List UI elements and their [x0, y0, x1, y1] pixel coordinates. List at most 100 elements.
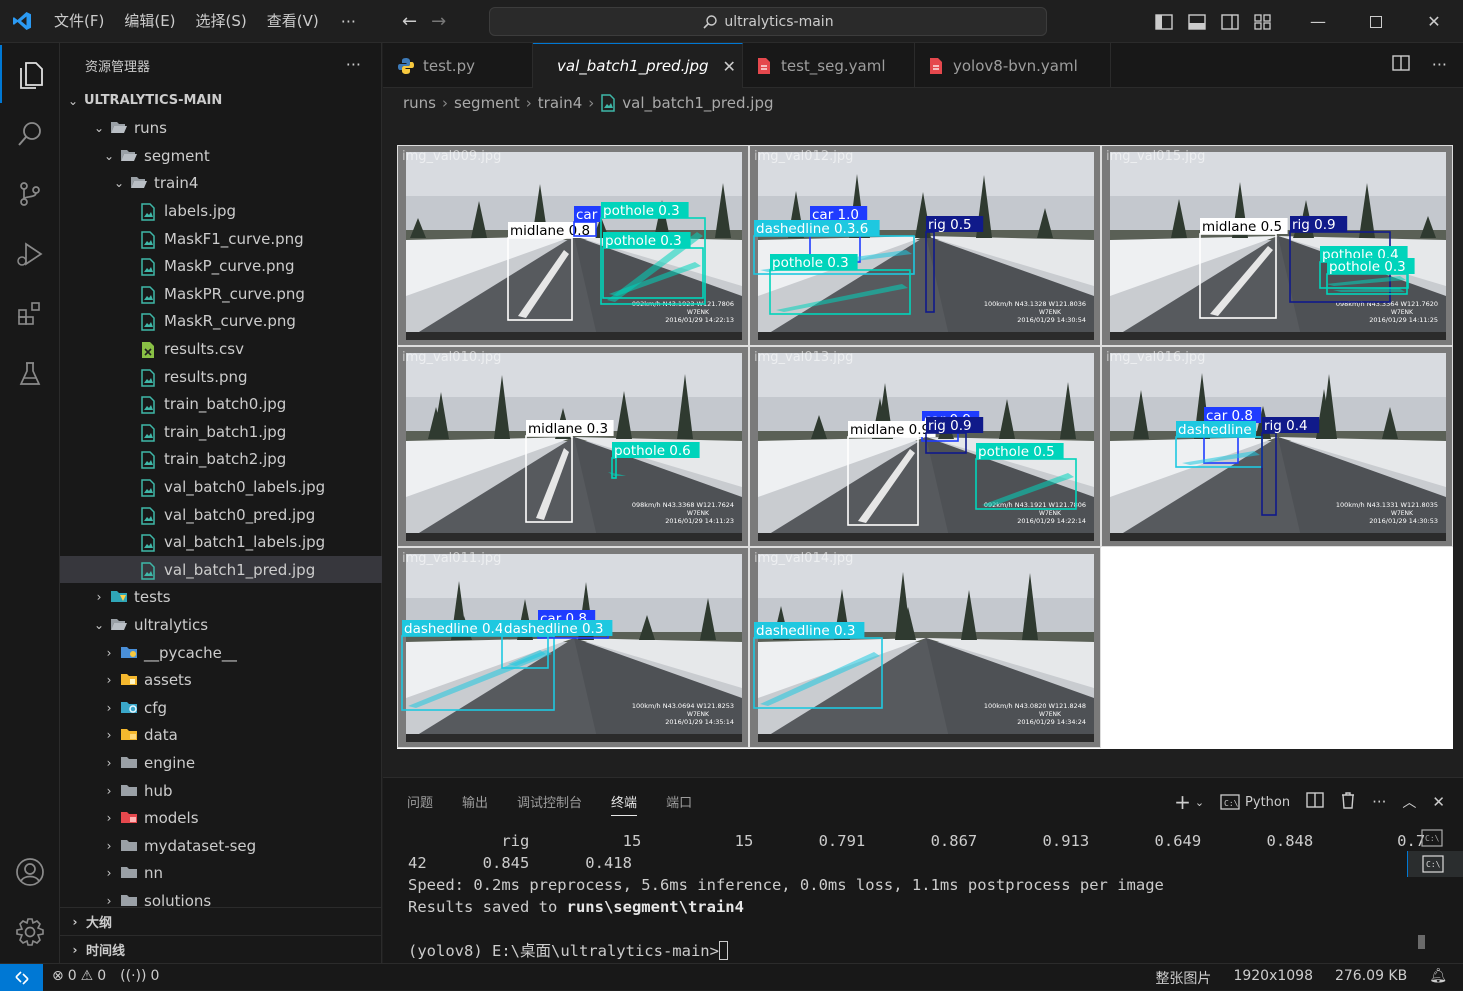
- tab-output[interactable]: 输出: [462, 792, 488, 816]
- editor-more-icon[interactable]: ···: [1432, 55, 1447, 75]
- folder-item[interactable]: › __pycache__: [60, 639, 382, 666]
- toggle-sidebar-icon[interactable]: [1147, 0, 1180, 43]
- detection-label: midlane 0.9: [850, 422, 930, 438]
- folder-item[interactable]: › cfg: [60, 694, 382, 721]
- toggle-secondary-sidebar-icon[interactable]: [1213, 0, 1246, 43]
- image-filename: img_val010.jpg: [402, 350, 501, 365]
- split-editor-icon[interactable]: [1392, 55, 1410, 75]
- terminal-output[interactable]: rig 15 15 0.791 0.867 0.913 0.649 0.848 …: [408, 830, 1425, 962]
- minimize-button[interactable]: —: [1289, 0, 1347, 43]
- menu-edit[interactable]: 编辑(E): [114, 0, 185, 43]
- folder-item[interactable]: › mydataset-seg: [60, 832, 382, 859]
- prediction-mosaic-image[interactable]: 092km/h N43.1923 W121.7806 W7ENK 2016/01/2…: [397, 145, 1453, 749]
- file-item[interactable]: MaskP_curve.png: [60, 253, 382, 280]
- tree-item-label: nn: [144, 864, 164, 883]
- panel-more-icon[interactable]: ···: [1372, 793, 1386, 811]
- chevron-right-icon: ›: [106, 728, 112, 743]
- chevron-up-icon[interactable]: ︿: [1402, 792, 1416, 812]
- terminal-instance-icon-active[interactable]: C:\: [1407, 851, 1463, 877]
- terminal-instance-icon[interactable]: C:\: [1421, 829, 1443, 851]
- testing-flask-icon[interactable]: [0, 345, 60, 403]
- new-terminal-icon[interactable]: +: [1174, 790, 1191, 814]
- file-item[interactable]: results.csv: [60, 335, 382, 362]
- settings-gear-icon[interactable]: [0, 903, 60, 961]
- timeline-section[interactable]: › 时间线: [60, 935, 382, 963]
- file-item[interactable]: train_batch1.jpg: [60, 418, 382, 445]
- tree-item-label: MaskF1_curve.png: [164, 229, 304, 248]
- explorer-icon[interactable]: [0, 45, 60, 103]
- prediction-tile: 092km/h N43.1921 W121.7806 W7ENK 2016/01/2…: [749, 346, 1101, 547]
- file-item[interactable]: train_batch0.jpg: [60, 391, 382, 418]
- close-window-button[interactable]: ✕: [1405, 0, 1463, 43]
- command-center-search[interactable]: ultralytics-main: [489, 7, 1047, 36]
- customize-layout-icon[interactable]: [1246, 0, 1279, 43]
- tab-ports[interactable]: 端口: [666, 792, 692, 816]
- close-panel-icon[interactable]: ✕: [1432, 793, 1445, 811]
- file-item[interactable]: results.png: [60, 363, 382, 390]
- trash-icon[interactable]: [1340, 791, 1356, 813]
- account-icon[interactable]: [0, 843, 60, 901]
- chevron-down-icon[interactable]: ⌄: [1195, 796, 1204, 809]
- folder-item[interactable]: › models: [60, 805, 382, 832]
- detection-label: pothole 0.3: [605, 233, 682, 249]
- source-control-icon[interactable]: [0, 165, 60, 223]
- image-zoom-mode[interactable]: 整张图片: [1155, 968, 1211, 988]
- explorer-root-folder[interactable]: ⌄ ULTRALYTICS-MAIN: [60, 87, 382, 114]
- menu-view[interactable]: 查看(V): [257, 0, 329, 43]
- search-view-icon[interactable]: [0, 105, 60, 163]
- folder-item[interactable]: › hub: [60, 777, 382, 804]
- file-item[interactable]: MaskR_curve.png: [60, 308, 382, 335]
- problems-status[interactable]: ⊗ 0 ⚠ 0: [52, 968, 106, 984]
- split-terminal-icon[interactable]: [1306, 792, 1324, 812]
- menu-file[interactable]: 文件(F): [44, 0, 114, 43]
- folder-item[interactable]: ⌄ ultralytics: [60, 611, 382, 638]
- file-item[interactable]: MaskPR_curve.png: [60, 280, 382, 307]
- back-arrow-icon[interactable]: ←: [402, 11, 417, 32]
- breadcrumb-runs[interactable]: runs: [403, 94, 436, 112]
- file-item[interactable]: val_batch0_pred.jpg: [60, 501, 382, 528]
- file-item[interactable]: labels.jpg: [60, 197, 382, 224]
- outline-section[interactable]: › 大纲: [60, 907, 382, 935]
- ports-status[interactable]: ((·)) 0: [120, 968, 159, 984]
- folder-item[interactable]: › assets: [60, 667, 382, 694]
- breadcrumb-file[interactable]: val_batch1_pred.jpg: [622, 94, 773, 112]
- tab-test-py[interactable]: test.py: [383, 43, 533, 88]
- dashcam-stamp: 2016/01/29 14:30:53: [1369, 517, 1438, 525]
- file-item[interactable]: val_batch1_labels.jpg: [60, 529, 382, 556]
- tab-test-seg-yaml[interactable]: test_seg.yaml: [743, 43, 915, 88]
- tab-debug-console[interactable]: 调试控制台: [517, 792, 582, 816]
- folder-item[interactable]: ⌄ segment: [60, 142, 382, 169]
- folder-item[interactable]: ⌄ runs: [60, 115, 382, 142]
- file-item[interactable]: train_batch2.jpg: [60, 446, 382, 473]
- detection-label: rig 0.9: [928, 418, 972, 434]
- tab-terminal[interactable]: 终端: [611, 792, 638, 816]
- close-tab-icon[interactable]: ✕: [723, 57, 736, 76]
- menu-more-icon[interactable]: ···: [329, 0, 368, 43]
- folder-item[interactable]: › nn: [60, 860, 382, 887]
- file-item[interactable]: val_batch1_pred.jpg: [60, 556, 382, 584]
- folder-item[interactable]: ⌄ train4: [60, 170, 382, 197]
- folder-item[interactable]: › data: [60, 722, 382, 749]
- notifications-bell-icon[interactable]: 🔔︎: [1429, 968, 1447, 988]
- folder-item[interactable]: › engine: [60, 749, 382, 776]
- terminal-scrollbar[interactable]: [1418, 935, 1425, 949]
- chevron-right-icon: ›: [72, 914, 78, 929]
- forward-arrow-icon[interactable]: →: [431, 11, 446, 32]
- tab-val-batch1-pred[interactable]: val_batch1_pred.jpg ✕: [533, 43, 743, 88]
- folder-item[interactable]: › tests: [60, 584, 382, 611]
- extensions-icon[interactable]: [0, 285, 60, 343]
- menu-selection[interactable]: 选择(S): [186, 0, 257, 43]
- run-debug-icon[interactable]: [0, 225, 60, 283]
- file-item[interactable]: MaskF1_curve.png: [60, 225, 382, 252]
- image-filename: img_val016.jpg: [1106, 350, 1205, 365]
- tab-yolov8-bvn-yaml[interactable]: yolov8-bvn.yaml: [915, 43, 1111, 88]
- tab-problems[interactable]: 问题: [407, 792, 433, 816]
- explorer-more-icon[interactable]: ···: [346, 55, 361, 74]
- breadcrumb-train4[interactable]: train4: [538, 94, 582, 112]
- remote-indicator-icon[interactable]: [0, 964, 43, 991]
- maximize-button[interactable]: [1347, 0, 1405, 43]
- terminal-shell-selector[interactable]: C:\ Python: [1220, 794, 1290, 810]
- toggle-panel-icon[interactable]: [1180, 0, 1213, 43]
- file-item[interactable]: val_batch0_labels.jpg: [60, 473, 382, 500]
- breadcrumb-segment[interactable]: segment: [454, 94, 520, 112]
